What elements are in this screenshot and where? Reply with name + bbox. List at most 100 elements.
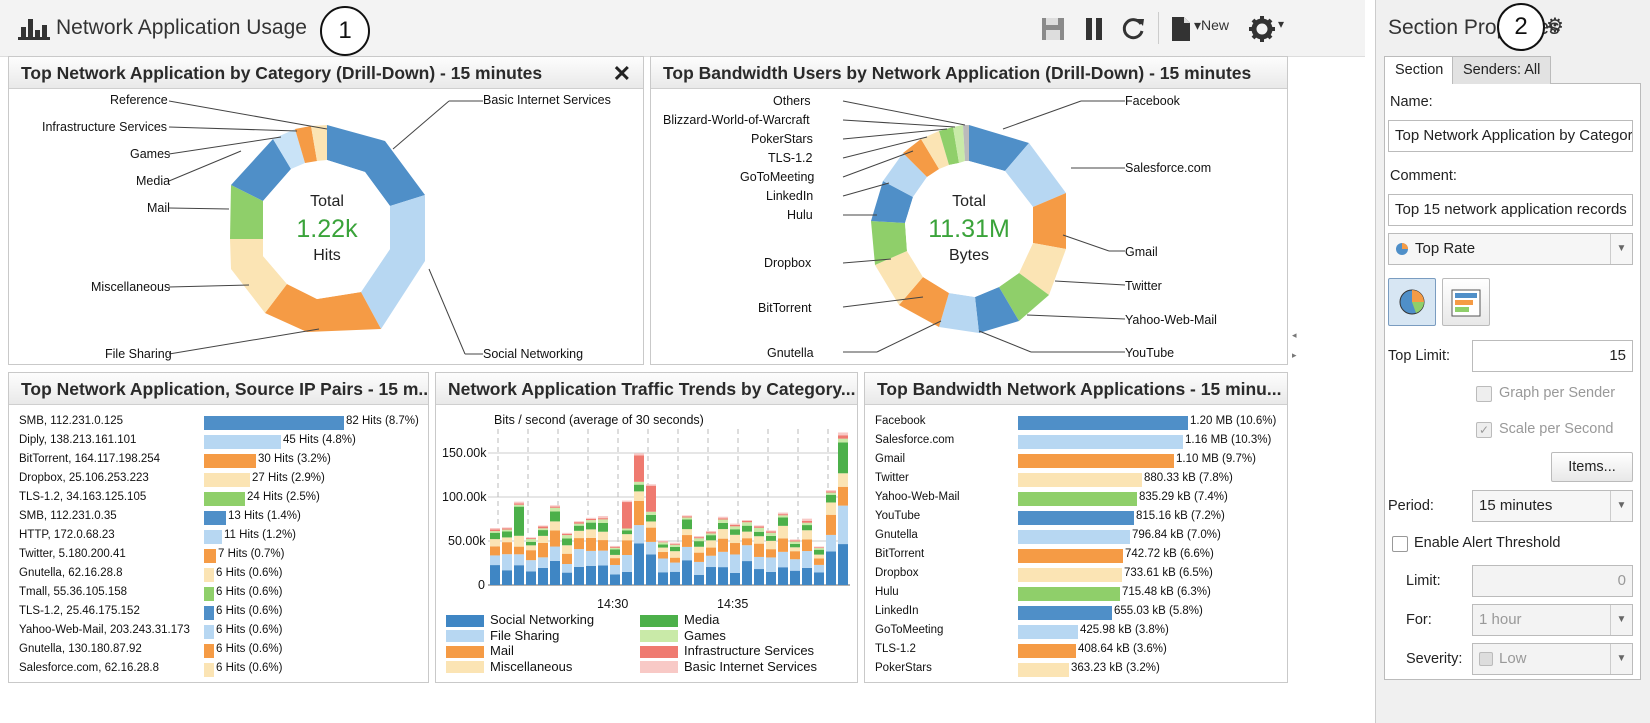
trend-bar-segment[interactable] [490, 531, 500, 533]
trend-bar-segment[interactable] [574, 530, 584, 539]
legend-item[interactable]: File Sharing [446, 628, 559, 643]
trend-bar-segment[interactable] [694, 537, 704, 539]
trend-bar-segment[interactable] [766, 540, 776, 550]
table-row-bar[interactable] [204, 587, 214, 601]
trend-bar-segment[interactable] [766, 571, 776, 585]
save-icon[interactable] [1040, 14, 1066, 44]
table-row-bar[interactable] [204, 625, 214, 639]
table-row-name[interactable]: BitTorrent, 164.117.198.254 [19, 453, 160, 465]
trend-bar-segment[interactable] [718, 519, 728, 523]
trend-bar-segment[interactable] [682, 560, 692, 585]
trend-bar-segment[interactable] [490, 528, 500, 530]
trend-bar-segment[interactable] [526, 560, 536, 572]
trend-bar-segment[interactable] [766, 532, 776, 536]
trend-bar-segment[interactable] [694, 561, 704, 575]
trend-bar-segment[interactable] [838, 432, 848, 436]
table-row-name[interactable]: YouTube [875, 510, 920, 522]
table-row-name[interactable]: SMB, 112.231.0.35 [19, 510, 117, 522]
trend-bar-segment[interactable] [574, 525, 584, 531]
table-row-name[interactable]: PokerStars [875, 662, 932, 674]
trend-bar-segment[interactable] [670, 571, 680, 585]
legend-item[interactable]: Media [640, 612, 719, 627]
trend-bar-segment[interactable] [706, 555, 716, 568]
trend-bar-segment[interactable] [814, 554, 824, 559]
trend-bar-segment[interactable] [670, 544, 680, 547]
donut-label-infrastructure[interactable]: Infrastructure Services [42, 120, 167, 134]
trend-bar-segment[interactable] [610, 558, 620, 565]
trend-bar-segment[interactable] [754, 556, 764, 570]
trend-bar-segment[interactable] [718, 551, 728, 568]
trend-bar-segment[interactable] [526, 545, 536, 551]
table-row-bar[interactable] [1018, 549, 1123, 563]
donut-label-salesforce[interactable]: Salesforce.com [1125, 161, 1211, 175]
trend-bar-segment[interactable] [502, 528, 512, 530]
trend-bar-segment[interactable] [802, 539, 812, 552]
trend-bar-segment[interactable] [790, 570, 800, 585]
trend-bar-segment[interactable] [586, 520, 596, 523]
donut-label-facebook[interactable]: Facebook [1125, 94, 1180, 108]
trend-bar-segment[interactable] [658, 540, 668, 542]
trend-bar-segment[interactable] [802, 567, 812, 585]
legend-item[interactable]: Social Networking [446, 612, 594, 627]
trend-bar-segment[interactable] [658, 547, 668, 553]
trend-bar-segment[interactable] [574, 522, 584, 524]
new-button[interactable]: ▾New [1194, 17, 1229, 47]
trend-bar-segment[interactable] [682, 529, 692, 536]
trend-bar-segment[interactable] [826, 491, 836, 493]
trend-bar-segment[interactable] [826, 551, 836, 585]
trends-chart[interactable] [488, 429, 850, 597]
splitter-left-icon[interactable]: ◂ [1292, 330, 1300, 350]
trend-bar-segment[interactable] [814, 572, 824, 585]
donut-label-tls[interactable]: TLS-1.2 [768, 151, 812, 165]
trend-bar-segment[interactable] [562, 564, 572, 573]
trend-bar-segment[interactable] [730, 543, 740, 555]
donut-label-blizzard[interactable]: Blizzard-World-of-Warcraft [663, 113, 810, 127]
trend-bar-segment[interactable] [718, 529, 728, 539]
graph-per-sender-checkbox[interactable] [1476, 386, 1492, 402]
table-row-name[interactable]: HTTP, 172.0.68.23 [19, 529, 115, 541]
donut-label-file-sharing[interactable]: File Sharing [105, 347, 172, 361]
trend-bar-segment[interactable] [814, 564, 824, 573]
trend-bar-segment[interactable] [514, 554, 524, 566]
trend-bar-segment[interactable] [718, 516, 728, 519]
trend-bar-segment[interactable] [706, 533, 716, 536]
gear-dropdown-icon[interactable]: ▾ [1278, 17, 1284, 47]
table-row-bar[interactable] [1018, 568, 1122, 582]
trend-bar-segment[interactable] [742, 545, 752, 562]
trend-bar-segment[interactable] [718, 538, 728, 552]
trend-bar-segment[interactable] [574, 566, 584, 585]
donut-label-linkedin[interactable]: LinkedIn [766, 189, 813, 203]
comment-field[interactable]: Top 15 network application records [1388, 194, 1633, 226]
trend-bar-segment[interactable] [730, 572, 740, 585]
trend-bar-segment[interactable] [502, 542, 512, 555]
table-row-bar[interactable] [1018, 416, 1188, 430]
refresh-icon[interactable] [1120, 14, 1146, 44]
trend-bar-segment[interactable] [646, 521, 656, 528]
trend-bar-segment[interactable] [514, 504, 524, 507]
table-row-bar[interactable] [1018, 435, 1183, 449]
trend-bar-segment[interactable] [502, 529, 512, 532]
trend-bar-segment[interactable] [574, 521, 584, 523]
settings-gear-icon[interactable]: ⚙ [1546, 13, 1564, 38]
trend-bar-segment[interactable] [490, 532, 500, 540]
donut-label-miscellaneous[interactable]: Miscellaneous [91, 280, 170, 294]
trend-bar-segment[interactable] [778, 517, 788, 526]
table-row-name[interactable]: Gnutella, 62.16.28.8 [19, 567, 123, 579]
donut-label-pokerstars[interactable]: PokerStars [751, 132, 813, 146]
trend-bar-segment[interactable] [598, 565, 608, 585]
trend-bar-segment[interactable] [550, 560, 560, 585]
trend-bar-segment[interactable] [550, 507, 560, 512]
trend-bar-segment[interactable] [562, 545, 572, 554]
trend-bar-segment[interactable] [538, 567, 548, 585]
trend-bar-segment[interactable] [826, 490, 836, 492]
bar-chart-view-button[interactable] [1442, 278, 1490, 326]
trend-bar-segment[interactable] [754, 527, 764, 532]
trend-bar-segment[interactable] [826, 502, 836, 515]
donut-label-yahoo[interactable]: Yahoo-Web-Mail [1125, 313, 1217, 327]
table-row-name[interactable]: Tmall, 55.36.105.158 [19, 586, 127, 598]
trend-bar-segment[interactable] [562, 535, 572, 539]
items-button[interactable]: Items... [1551, 452, 1633, 482]
table-row-name[interactable]: Yahoo-Web-Mail, 203.243.31.173 [19, 624, 190, 636]
trend-bar-segment[interactable] [514, 535, 524, 547]
trend-bar-segment[interactable] [538, 528, 548, 531]
